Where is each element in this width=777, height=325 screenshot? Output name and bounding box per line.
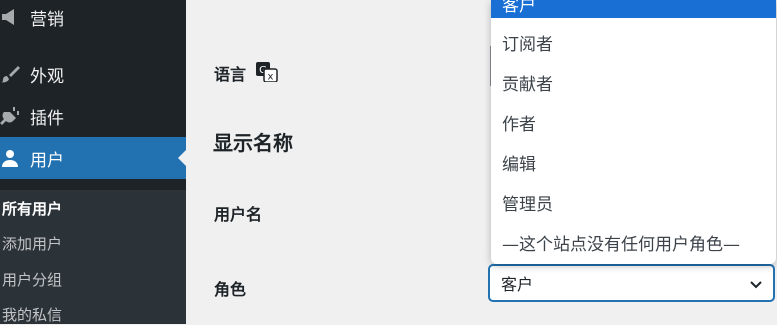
- submenu-add-user[interactable]: 添加用户: [2, 233, 62, 254]
- plug-icon: [0, 106, 20, 126]
- users-submenu: 所有用户 添加用户 用户分组 我的私信: [0, 190, 186, 324]
- username-label: 用户名: [214, 205, 263, 224]
- role-select-value: 客户: [501, 275, 534, 294]
- sidebar-item-label: 用户: [30, 150, 64, 171]
- role-label: 角色: [214, 280, 247, 299]
- role-option-subscriber[interactable]: 订阅者: [491, 33, 776, 57]
- svg-text:x: x: [268, 72, 274, 83]
- chevron-down-icon: [749, 276, 763, 290]
- role-dropdown-list: 客户 订阅者 贡献者 作者 编辑 管理员 —这个站点没有任何用户角色—: [491, 0, 776, 264]
- user-icon: [0, 148, 20, 168]
- sidebar-item-appearance[interactable]: 外观: [0, 53, 186, 95]
- sidebar-item-label: 插件: [30, 108, 64, 129]
- role-option-contributor[interactable]: 贡献者: [491, 73, 776, 97]
- admin-sidebar: 营销 外观 插件 用户 所有用户 添加用户 用户分组 我的私信: [0, 0, 186, 324]
- display-name-heading: 显示名称: [213, 131, 293, 155]
- sidebar-item-plugins[interactable]: 插件: [0, 95, 186, 137]
- role-select[interactable]: 客户: [489, 265, 774, 301]
- language-label: 语言: [214, 65, 247, 84]
- sidebar-item-users[interactable]: 用户: [0, 137, 186, 179]
- role-option-none[interactable]: —这个站点没有任何用户角色—: [491, 233, 776, 257]
- sidebar-item-label: 营销: [30, 9, 64, 30]
- translate-icon: G x: [256, 62, 278, 83]
- paintbrush-icon: [0, 64, 20, 84]
- role-option-editor[interactable]: 编辑: [491, 153, 776, 177]
- megaphone-icon: [0, 7, 20, 27]
- sidebar-item-label: 外观: [30, 66, 64, 87]
- sidebar-item-marketing[interactable]: 营销: [0, 0, 186, 38]
- submenu-user-groups[interactable]: 用户分组: [2, 269, 62, 290]
- submenu-all-users[interactable]: 所有用户: [2, 198, 62, 219]
- role-option-administrator[interactable]: 管理员: [491, 193, 776, 217]
- submenu-private-messages[interactable]: 我的私信: [2, 304, 62, 325]
- role-option-customer[interactable]: 客户: [491, 0, 776, 18]
- role-option-author[interactable]: 作者: [491, 113, 776, 137]
